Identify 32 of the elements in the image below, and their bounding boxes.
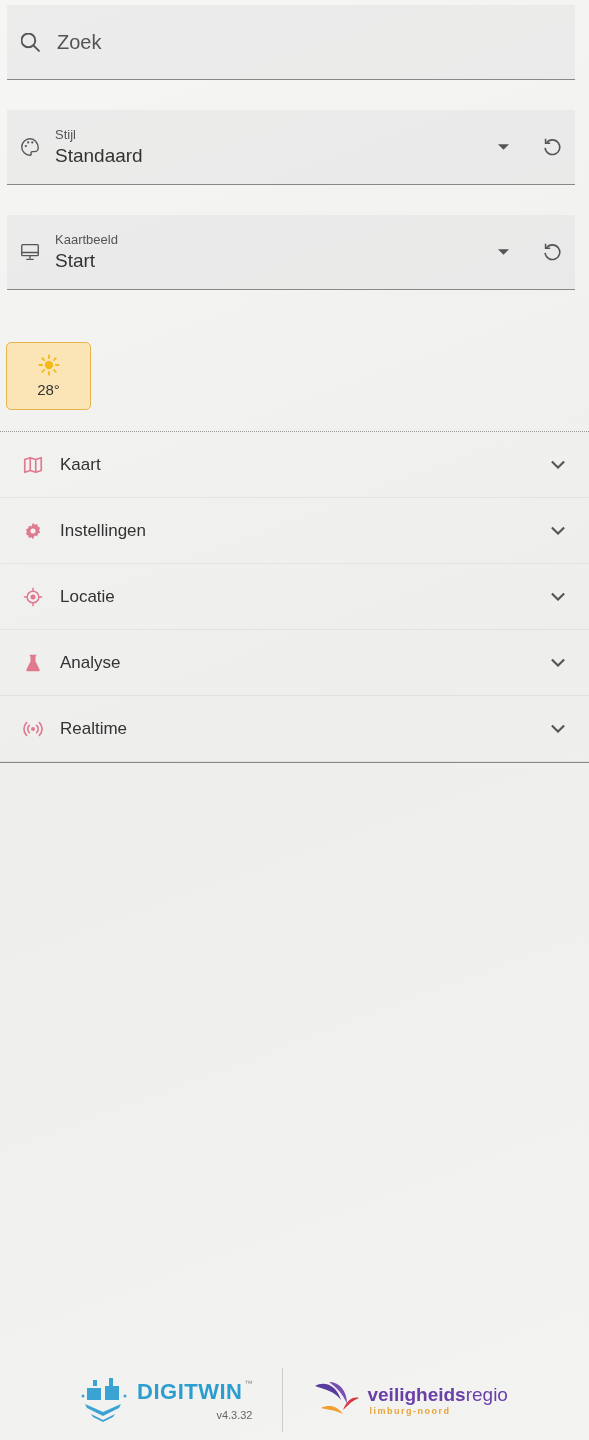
select-field[interactable]: Kaartbeeld Start <box>7 215 575 290</box>
field-value: Start <box>55 250 97 272</box>
temperature-text: 28° <box>37 381 60 398</box>
trademark-mark: ™ <box>244 1379 253 1388</box>
chevron-icon <box>551 592 565 601</box>
field-label: Stijl <box>55 127 77 142</box>
chevron-icon <box>551 460 565 469</box>
weather-badge[interactable]: 28° <box>6 342 91 410</box>
chevron-icon <box>551 724 565 733</box>
select-field[interactable]: Stijl Standaard <box>7 110 575 185</box>
field-value: Standaard <box>55 145 144 167</box>
menu-item[interactable]: Kaart <box>0 432 589 498</box>
partner-region: limburg-noord <box>368 1406 452 1416</box>
brand-name: DIGITWIN <box>137 1379 243 1405</box>
menu-item[interactable]: Analyse <box>0 630 589 696</box>
partner-name: veiligheidsregio <box>367 1384 508 1406</box>
chevron-icon <box>551 658 565 667</box>
field-label: Kaartbeeld <box>55 232 119 247</box>
chevron-icon <box>551 526 565 535</box>
version-text: v4.3.32 <box>216 1409 253 1421</box>
crosshair-icon <box>22 586 44 607</box>
sun-icon <box>37 354 60 376</box>
palette-icon <box>19 136 41 158</box>
reset-icon[interactable] <box>541 241 563 263</box>
menu-item[interactable]: Locatie <box>0 564 589 630</box>
menu-item[interactable]: Instellingen <box>0 498 589 564</box>
reset-icon[interactable] <box>541 136 563 158</box>
menu-item[interactable]: Realtime <box>0 696 589 762</box>
search-icon <box>21 33 40 52</box>
dropdown-caret-icon[interactable] <box>498 249 509 255</box>
dropdown-caret-icon[interactable] <box>498 144 509 150</box>
monitor-icon <box>19 241 41 263</box>
